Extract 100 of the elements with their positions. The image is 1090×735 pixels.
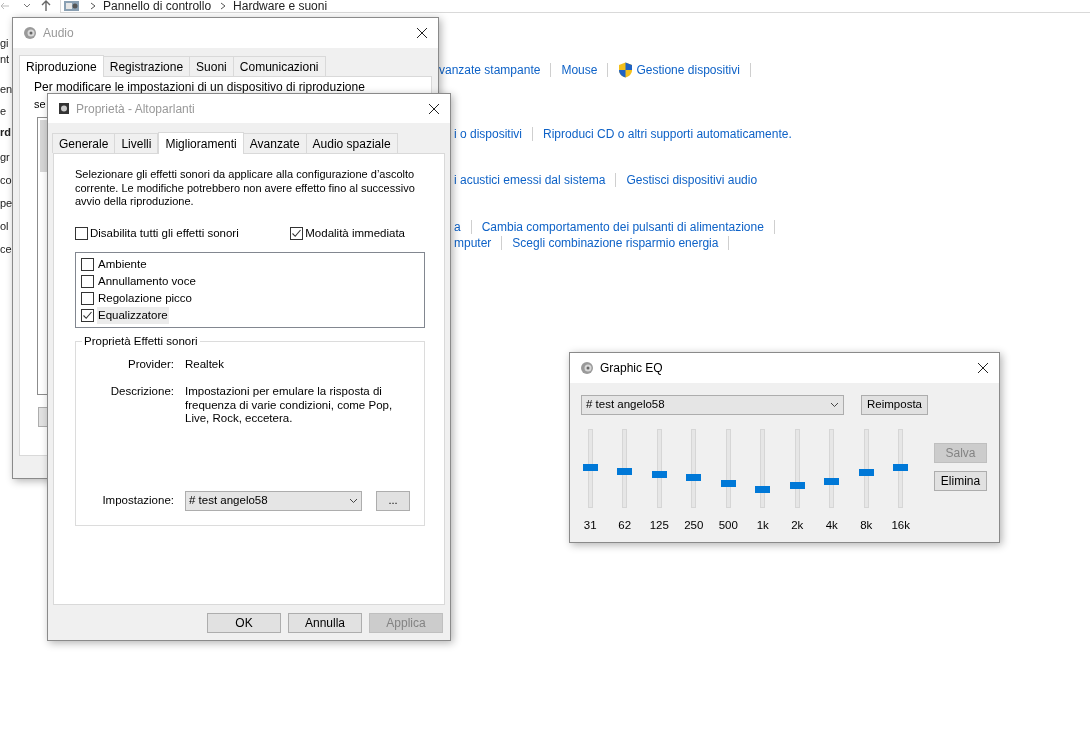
checkbox[interactable]	[81, 291, 94, 305]
slider-track[interactable]	[617, 429, 633, 508]
link[interactable]: Cambia comportamento dei pulsanti di alimentazione	[481, 217, 764, 236]
band-label: 2k	[791, 518, 804, 533]
provider-value: Realtek	[185, 356, 224, 372]
slider-thumb[interactable]	[651, 470, 667, 478]
field-label: Impostazione:	[101, 492, 174, 508]
effects-list[interactable]: Ambiente Annullamento voce Regolazione picco Equalizzatore	[75, 251, 425, 328]
category-text: ce	[0, 243, 12, 255]
category-text: gi	[0, 37, 9, 49]
tab[interactable]: Audio spaziale	[305, 133, 398, 153]
effect-description: Impostazioni per emulare la risposta di frequenza di varie condizioni, come Pop, Live, Rock, eccetera.	[185, 385, 394, 426]
tab[interactable]: Registrazione	[102, 56, 191, 76]
slider-track[interactable]	[686, 429, 702, 508]
effect-item[interactable]: Equalizzatore	[97, 306, 169, 324]
breadcrumb-item[interactable]: Pannello di controllo	[103, 0, 212, 12]
up-arrow-icon[interactable]	[40, 0, 52, 12]
chevron-right-icon	[89, 2, 97, 10]
slider-track[interactable]	[755, 429, 771, 508]
dialog-button[interactable]: Elimina	[934, 471, 987, 491]
speaker-icon	[580, 361, 594, 375]
chevron-right-icon	[219, 2, 228, 10]
setting-dropdown[interactable]: # test angelo58	[185, 490, 362, 511]
link[interactable]: Riproduci CD o altri supporti automaticamente.	[543, 124, 792, 143]
link[interactable]: i acustici emessi dal sistema	[454, 170, 606, 189]
close-icon[interactable]	[428, 102, 440, 115]
link[interactable]: Scegli combinazione risparmio energia	[512, 233, 719, 252]
slider-thumb[interactable]	[858, 468, 874, 476]
category-text: pe	[0, 197, 13, 209]
window-title: Audio	[43, 25, 74, 42]
preset-dropdown[interactable]: # test angelo58	[581, 395, 844, 415]
slider-track[interactable]	[789, 429, 805, 508]
dialog-button[interactable]: OK	[207, 613, 281, 633]
link[interactable]: vanzate stampante	[439, 60, 541, 79]
slider-track[interactable]	[720, 429, 736, 508]
band-label: 125	[649, 518, 669, 533]
category-text: en	[0, 83, 13, 95]
category-text: nt	[0, 53, 10, 65]
slider-track[interactable]	[651, 429, 667, 508]
link[interactable]: Mouse	[561, 60, 598, 79]
category-text: ol	[0, 220, 9, 232]
chevron-down-icon	[349, 497, 358, 504]
dialog-button[interactable]: Annulla	[288, 613, 362, 633]
checkbox[interactable]	[81, 274, 94, 288]
slider-track[interactable]	[824, 429, 840, 508]
band-label: 31	[583, 518, 597, 533]
band-label: 62	[618, 518, 632, 533]
checkbox-label[interactable]: Modalità immediata	[305, 224, 405, 242]
tab[interactable]: Riproduzione	[19, 55, 104, 77]
slider-thumb[interactable]	[582, 464, 598, 472]
link[interactable]: Gestione dispositivi	[636, 60, 740, 79]
tab[interactable]: Miglioramenti	[158, 132, 244, 154]
breadcrumb-item[interactable]: Hardware e suoni	[233, 0, 328, 12]
slider-thumb[interactable]	[893, 464, 909, 472]
window-title: Graphic EQ	[600, 360, 663, 377]
slider-track[interactable]	[858, 429, 874, 508]
category-text: co	[0, 174, 12, 186]
speaker-icon	[58, 102, 70, 115]
slider-thumb[interactable]	[789, 481, 805, 489]
category-text: gr	[0, 151, 10, 163]
slider-thumb[interactable]	[720, 480, 736, 487]
intro-text: Per modificare le impostazioni di un dispositivo di riproduzione	[34, 81, 365, 94]
shield-icon	[618, 61, 634, 78]
checkbox[interactable]	[81, 257, 94, 271]
window-title: Proprietà - Altoparlanti	[76, 100, 195, 118]
band-label: 500	[718, 518, 738, 533]
slider-track[interactable]	[582, 429, 598, 508]
slider-track[interactable]	[893, 429, 909, 508]
field-label: Descrizione:	[109, 385, 174, 399]
effect-item[interactable]: Regolazione picco	[97, 289, 193, 307]
band-label: 250	[684, 518, 704, 533]
tab[interactable]: Generale	[52, 133, 116, 153]
effect-item[interactable]: Ambiente	[97, 255, 148, 273]
more-button[interactable]: ...	[376, 490, 410, 511]
checkbox[interactable]	[81, 308, 94, 322]
link[interactable]: i o dispositivi	[454, 124, 523, 143]
slider-thumb[interactable]	[824, 477, 840, 485]
checkbox[interactable]	[75, 226, 88, 240]
control-panel-icon	[63, 0, 81, 12]
effect-item[interactable]: Annullamento voce	[97, 272, 197, 290]
slider-thumb[interactable]	[686, 474, 702, 482]
tab[interactable]: Livelli	[114, 133, 159, 153]
speaker-icon	[23, 26, 37, 40]
close-icon[interactable]	[416, 27, 428, 39]
checkbox[interactable]	[290, 226, 304, 240]
band-label: 4k	[825, 518, 838, 533]
close-icon[interactable]	[977, 362, 989, 374]
link[interactable]: a	[454, 217, 461, 236]
intro-text: se	[34, 98, 46, 110]
link[interactable]: Gestisci dispositivi audio	[626, 170, 758, 189]
slider-thumb[interactable]	[617, 468, 633, 476]
field-label: Provider:	[126, 356, 174, 372]
checkbox-label[interactable]: Disabilita tutti gli effetti sonori	[90, 224, 239, 242]
link[interactable]: mputer	[454, 233, 492, 252]
reset-button[interactable]: Reimposta	[861, 395, 928, 415]
description-text: Selezionare gli effetti sonori da applicare alla configurazione d’ascolto corrente. Le modifiche potrebbero non avere effetto fino al successivo avvio della riproduzione.	[75, 168, 416, 209]
tab[interactable]: Comunicazioni	[232, 56, 326, 76]
band-label: 16k	[891, 518, 910, 533]
slider-thumb[interactable]	[755, 485, 771, 493]
band-label: 1k	[756, 518, 769, 533]
